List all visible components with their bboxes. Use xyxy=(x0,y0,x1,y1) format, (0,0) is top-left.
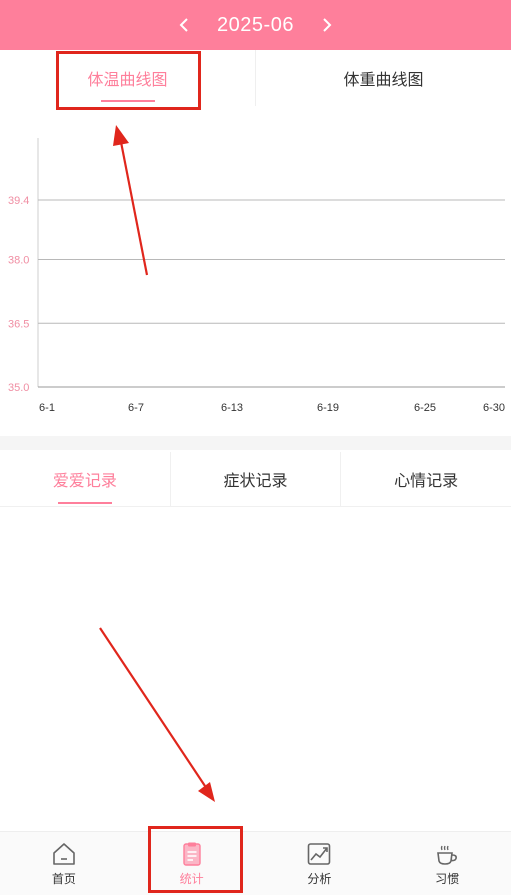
active-tab-underline xyxy=(100,100,155,102)
nav-label: 分析 xyxy=(307,871,332,886)
chevron-left-icon[interactable] xyxy=(169,10,199,40)
nav-label: 首页 xyxy=(51,871,76,886)
clipboard-icon xyxy=(182,842,201,866)
top-bar: 2025-06 xyxy=(0,0,511,50)
x-tick-label: 6-19 xyxy=(317,402,339,414)
x-tick-label: 6-13 xyxy=(221,402,243,414)
tab-label: 症状记录 xyxy=(223,471,288,490)
nav-label: 统计 xyxy=(179,871,204,886)
chart-tab-bar: 体温曲线图 体重曲线图 xyxy=(0,50,511,106)
coffee-cup-icon xyxy=(437,845,458,865)
trend-chart-icon xyxy=(308,842,331,865)
month-label: 2025-06 xyxy=(217,13,294,36)
record-list-area xyxy=(0,507,511,831)
section-divider xyxy=(0,436,511,450)
tab-label: 体温曲线图 xyxy=(87,70,168,89)
chart-svg: 35.0 36.5 38.0 39.4 6-1 6-7 6-13 6-19 6-25 6-30 xyxy=(8,138,505,414)
home-icon xyxy=(53,842,75,865)
tab-mood-record[interactable]: 心情记录 xyxy=(340,452,511,506)
record-tab-bar: 爱爱记录 症状记录 心情记录 xyxy=(0,452,511,507)
x-tick-label: 6-1 xyxy=(39,402,55,414)
x-tick-label: 6-7 xyxy=(128,402,144,414)
tab-intimacy-record[interactable]: 爱爱记录 xyxy=(0,452,170,506)
tab-label: 爱爱记录 xyxy=(52,471,117,490)
x-tick-label: 6-25 xyxy=(414,402,436,414)
chevron-right-icon[interactable] xyxy=(312,10,342,40)
nav-home[interactable]: 首页 xyxy=(0,832,128,895)
y-tick-label: 38.0 xyxy=(8,255,29,267)
tab-weight-curve[interactable]: 体重曲线图 xyxy=(255,50,511,106)
nav-habits[interactable]: 习惯 xyxy=(383,832,511,895)
bottom-navigation: 首页 统计 分析 习惯 xyxy=(0,831,511,895)
nav-statistics[interactable]: 统计 xyxy=(128,832,256,895)
tab-label: 体重曲线图 xyxy=(343,70,424,89)
tab-label: 心情记录 xyxy=(394,471,459,490)
temperature-chart: 35.0 36.5 38.0 39.4 6-1 6-7 6-13 6-19 6-25 6-30 xyxy=(0,106,511,436)
tab-temperature-curve[interactable]: 体温曲线图 xyxy=(0,50,255,106)
x-tick-label: 6-30 xyxy=(483,402,505,414)
nav-label: 习惯 xyxy=(435,871,460,886)
y-tick-label: 36.5 xyxy=(8,318,29,330)
nav-analysis[interactable]: 分析 xyxy=(256,832,384,895)
active-tab-underline xyxy=(57,502,112,504)
y-tick-label: 35.0 xyxy=(8,382,29,394)
y-tick-label: 39.4 xyxy=(8,195,29,207)
tab-symptom-record[interactable]: 症状记录 xyxy=(169,452,341,506)
